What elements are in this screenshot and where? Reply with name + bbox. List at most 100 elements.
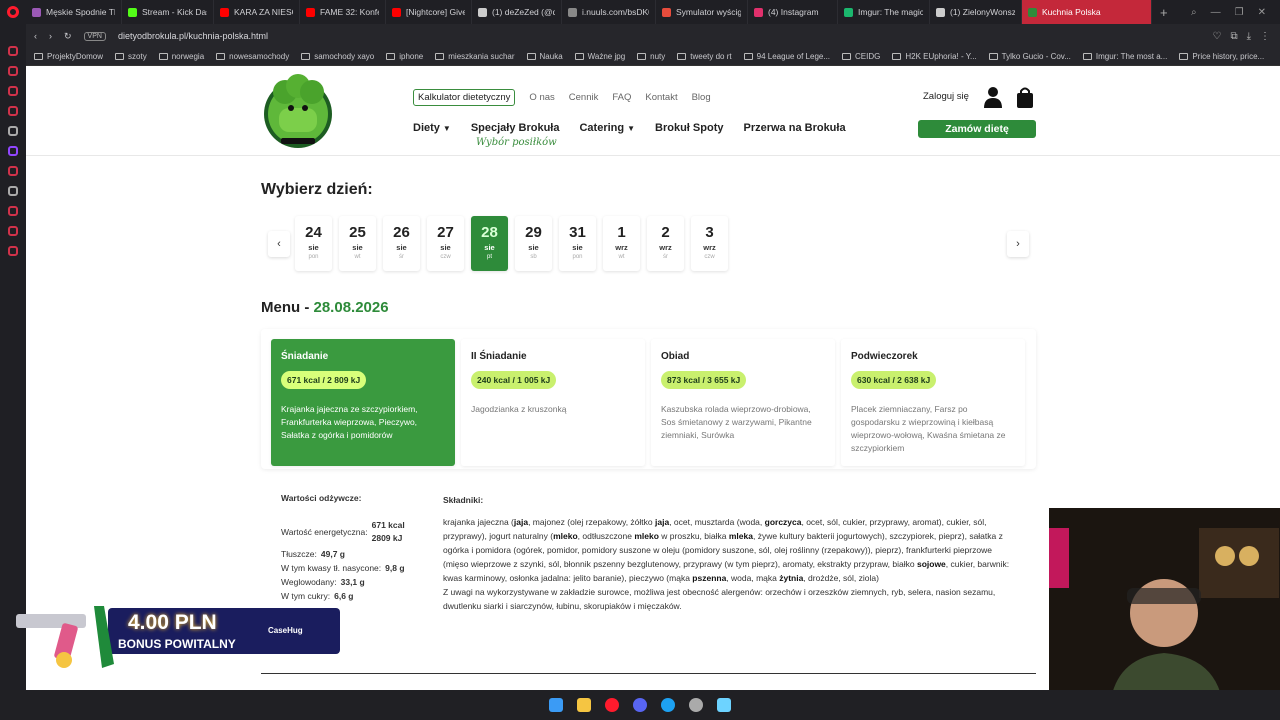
vpn-badge[interactable]: VPN [83,31,106,41]
browser-tab[interactable]: Symulator wyścigo [656,0,748,24]
browser-tab[interactable]: FAME 32: Konferen [300,0,386,24]
extensions-icon[interactable]: ⧉ [1230,31,1237,42]
nav-contact-link[interactable]: Kontakt [645,92,677,103]
meal-card[interactable]: Podwieczorek 630 kcal / 2 638 kJ Placek zi… [841,339,1025,466]
folder-icon [842,53,852,60]
nav-about-link[interactable]: O nas [529,92,554,103]
instagram-icon[interactable] [8,66,18,76]
url-field[interactable]: dietyodbrokula.pl/kuchnia-polska.html [118,31,268,41]
day-button[interactable]: 26 sie śr [383,216,420,271]
history-icon[interactable] [8,206,18,216]
cart-bag-icon[interactable] [1015,86,1035,108]
nav-spots-link[interactable]: Brokuł Spoty [655,122,723,134]
bookmark-label: iphone [399,52,424,61]
bookmark-item[interactable]: nowesamochody [216,52,289,61]
forward-icon[interactable]: › [49,31,52,41]
nav-calculator-link[interactable]: Kalkulator dietetyczny [413,89,516,106]
browser-tab[interactable]: Stream - Kick Dash [122,0,214,24]
settings-icon[interactable] [8,246,18,256]
app-icon[interactable] [661,698,675,712]
bookmark-item[interactable]: iphone [386,52,423,61]
prev-days-button[interactable]: ‹ [268,231,290,257]
bookmark-item[interactable]: ProjektyDomow [34,52,103,61]
meal-card[interactable]: II Śniadanie 240 kcal / 1 005 kJ Jagodzian… [461,339,645,466]
meal-card[interactable]: Obiad 873 kcal / 3 655 kJ Kaszubska rolada… [651,339,835,466]
nav-faq-link[interactable]: FAQ [612,92,631,103]
maximize-button[interactable]: ❐ [1235,7,1244,18]
user-icon[interactable] [983,86,1003,108]
broccoli-logo-icon[interactable] [261,72,335,150]
pinboard-icon[interactable] [8,106,18,116]
youtube-icon[interactable] [8,86,18,96]
bookmark-item[interactable]: norwegia [158,52,204,61]
browser-tab[interactable]: i.nuuls.com/bsDK0 [562,0,656,24]
browser-tab[interactable]: KARA ZA NIESORT [214,0,300,24]
reload-icon[interactable]: ↻ [64,31,72,42]
login-link[interactable]: Zaloguj się [923,91,969,102]
notepad-icon[interactable] [717,698,731,712]
browser-tab[interactable]: (1) deZeZed (@de2 [472,0,562,24]
file-explorer-icon[interactable] [577,698,591,712]
discord-icon[interactable] [633,698,647,712]
nav-break-link[interactable]: Przerwa na Brokuła [743,122,845,134]
bookmark-item[interactable]: CEIDG [842,52,880,61]
day-button[interactable]: 2 wrz śr [647,216,684,271]
meal-card[interactable]: Śniadanie 671 kcal / 2 809 kJ Krajanka jaj… [271,339,455,466]
fat-value: 49,7 g [320,549,346,559]
nav-prices-link[interactable]: Cennik [569,92,599,103]
day-button[interactable]: 3 wrz czw [691,216,728,271]
messenger-icon[interactable] [8,46,18,56]
nav-meal-choice-tagline[interactable]: Wybór posiłków [476,137,557,148]
download-icon[interactable]: ⤓ [1247,31,1251,42]
download-sidebar-icon[interactable] [8,226,18,236]
browser-tab[interactable]: Imgur: The magic o [838,0,930,24]
windows-start-icon[interactable] [549,698,563,712]
search-tabs-icon[interactable]: ⌕ [1191,7,1197,18]
settings-menu-icon[interactable]: ⋮ [1260,31,1270,42]
back-icon[interactable]: ‹ [34,31,37,41]
day-button[interactable]: 29 sie sb [515,216,552,271]
opera-logo-icon[interactable] [0,0,26,24]
bookmark-item[interactable]: samochody xayo [301,52,374,61]
day-button[interactable]: 1 wrz wt [603,216,640,271]
bookmark-item[interactable]: szoty [115,52,147,61]
nav-specials-link[interactable]: Specjały Brokuła [471,122,560,134]
bookmark-item[interactable]: 94 League of Lege... [743,52,830,61]
steam-icon[interactable] [689,698,703,712]
nav-blog-link[interactable]: Blog [692,92,711,103]
day-button[interactable]: 27 sie czw [427,216,464,271]
twitch-icon[interactable] [8,146,18,156]
browser-tab[interactable]: Kuchnia Polska [1022,0,1152,24]
day-button[interactable]: 24 sie pon [295,216,332,271]
browser-tab[interactable]: (1) ZielonyWonsz w [930,0,1022,24]
bookmark-item[interactable]: Imgur: The most a... [1082,52,1167,61]
bookmark-item[interactable]: H2K EUphoria! - Y... [892,52,977,61]
bookmark-item[interactable]: Nauka [526,52,563,61]
nav-diets-link[interactable]: Diety ▼ [413,122,451,134]
bookmark-item[interactable]: tweety do rt [677,52,732,61]
browser-tab[interactable]: [Nightcore] Give M [386,0,472,24]
music-icon[interactable] [8,166,18,176]
close-window-button[interactable]: ✕ [1258,7,1266,18]
bookmark-item[interactable]: Tylko Gucio - Cov... [988,52,1071,61]
next-days-button[interactable]: › [1007,231,1029,257]
bookmark-item[interactable]: nuty [637,52,665,61]
chatgpt-icon[interactable] [8,126,18,136]
promo-overlay[interactable]: 4.00 PLN BONUS POWITALNY CaseHug [0,584,345,676]
x-icon[interactable] [8,186,18,196]
order-diet-button[interactable]: Zamów dietę [918,120,1036,138]
day-button[interactable]: 25 sie wt [339,216,376,271]
bookmark-icon[interactable]: ♡ [1212,31,1221,42]
minimize-button[interactable]: — [1211,7,1221,18]
day-button[interactable]: 31 sie pon [559,216,596,271]
bookmark-item[interactable]: Ważne jpg [574,52,625,61]
new-tab-button[interactable]: + [1152,5,1176,20]
bookmark-item[interactable]: mieszkania suchar [435,52,515,61]
bookmark-item[interactable]: Price history, price... [1179,52,1264,61]
browser-tab[interactable]: Męskie Spodnie TH [26,0,122,24]
browser-tab[interactable]: (4) Instagram [748,0,838,24]
nav-catering-link[interactable]: Catering ▼ [579,122,635,134]
opera-taskbar-icon[interactable] [605,698,619,712]
day-button[interactable]: 28 sie pt [471,216,508,271]
meal-kcal-badge: 873 kcal / 3 655 kJ [661,371,747,389]
